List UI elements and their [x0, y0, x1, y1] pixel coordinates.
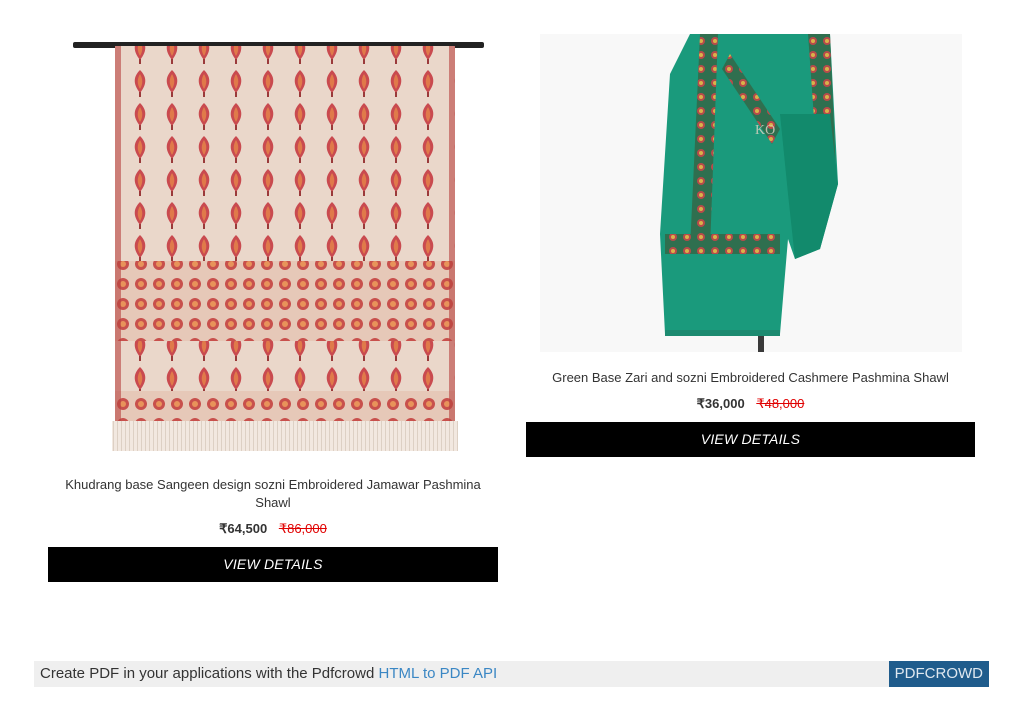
- product-title[interactable]: Khudrang base Sangeen design sozni Embro…: [48, 476, 498, 512]
- sale-price: ₹36,000: [696, 396, 745, 411]
- product-card: KO Green Base Zari and sozni Embroidered…: [526, 34, 975, 457]
- price-row: ₹36,000 ₹48,000: [526, 396, 975, 412]
- sale-price: ₹64,500: [219, 521, 268, 536]
- footer-text: Create PDF in your applications with the…: [34, 665, 497, 682]
- price-row: ₹64,500 ₹86,000: [48, 521, 498, 537]
- product-image[interactable]: [60, 34, 486, 459]
- product-image[interactable]: KO: [539, 34, 962, 352]
- original-price: ₹48,000: [756, 396, 805, 411]
- shawl-image: [60, 34, 486, 459]
- original-price: ₹86,000: [278, 521, 327, 536]
- pdfcrowd-footer: Create PDF in your applications with the…: [34, 661, 989, 687]
- shawl-image: KO: [539, 34, 962, 352]
- image-watermark: KO: [755, 123, 775, 138]
- product-card: Khudrang base Sangeen design sozni Embro…: [48, 34, 498, 582]
- html-to-pdf-link[interactable]: HTML to PDF API: [379, 665, 498, 682]
- footer-message: Create PDF in your applications with the…: [40, 665, 375, 682]
- product-title[interactable]: Green Base Zari and sozni Embroidered Ca…: [526, 369, 975, 387]
- pdfcrowd-brand-link[interactable]: PDFCROWD: [888, 661, 989, 687]
- view-details-button[interactable]: VIEW DETAILS: [526, 422, 975, 457]
- view-details-button[interactable]: VIEW DETAILS: [48, 547, 498, 582]
